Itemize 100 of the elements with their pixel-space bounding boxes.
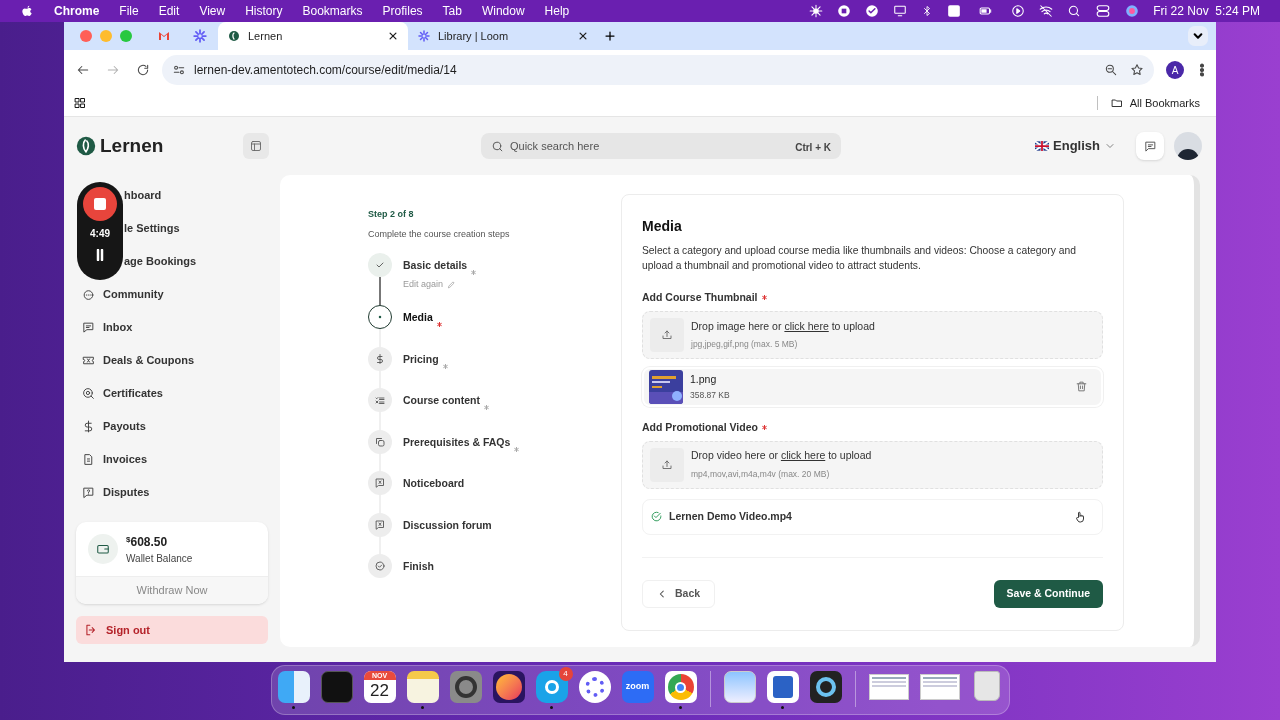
sidebar-item[interactable]: Community bbox=[76, 278, 268, 311]
upload-link[interactable]: click here bbox=[780, 449, 826, 462]
browser-tab[interactable]: Lernen bbox=[218, 22, 408, 50]
sidebar-item[interactable]: age Bookings bbox=[124, 253, 197, 270]
window-thumbnail[interactable] bbox=[919, 674, 960, 700]
more-icon bbox=[1200, 63, 1204, 77]
star-icon bbox=[1130, 63, 1144, 77]
file-type-hint: mp4,mov,avi,m4a,m4v (max. 20 MB) bbox=[691, 468, 831, 481]
step-title[interactable]: Prerequisites & FAQs bbox=[403, 434, 511, 451]
back-button[interactable]: Back bbox=[642, 580, 716, 608]
menu-item[interactable]: Window bbox=[481, 2, 525, 20]
calendar-day: 22 bbox=[370, 680, 389, 702]
envelope-icon bbox=[157, 30, 171, 42]
sidebar-item[interactable]: hboard bbox=[124, 187, 162, 204]
check-circle-icon bbox=[374, 560, 386, 572]
card-description: Select a category and upload course media like thumbnails and videos: Choose a category and upload a thumbnail and promotional video to attract students. bbox=[642, 244, 1077, 273]
file-name: 1.png bbox=[690, 371, 718, 387]
address-bar[interactable]: lernen-dev.amentotech.com/course/edit/media/14 bbox=[162, 55, 1154, 85]
search-icon bbox=[491, 140, 504, 153]
bookmarks-folder[interactable]: All Bookmarks bbox=[1109, 94, 1200, 112]
gear-icon bbox=[809, 4, 824, 18]
language-selector[interactable]: English bbox=[1035, 136, 1116, 156]
search-icon bbox=[1067, 4, 1082, 18]
menu-item[interactable]: Edit bbox=[158, 2, 180, 20]
chat-x-icon bbox=[374, 477, 386, 489]
url-text: lernen-dev.amentotech.com/course/edit/media/14 bbox=[194, 62, 458, 79]
apps-grid-icon bbox=[74, 97, 86, 109]
logo-text: Lernen bbox=[100, 133, 164, 158]
window-thumbnail[interactable] bbox=[868, 674, 909, 700]
sign-out-button[interactable]: Sign out bbox=[76, 616, 268, 644]
close-icon bbox=[578, 31, 588, 41]
gear-icon[interactable] bbox=[449, 671, 482, 703]
menu-item[interactable]: Bookmarks bbox=[302, 2, 363, 20]
step-title[interactable]: Noticeboard bbox=[403, 476, 465, 492]
step-title[interactable]: Finish bbox=[403, 559, 434, 575]
question-bubble-icon bbox=[82, 486, 95, 499]
skype-app-icon[interactable] bbox=[535, 671, 568, 703]
toggle-icon bbox=[1095, 4, 1112, 18]
leaf-logo-icon bbox=[76, 136, 96, 156]
menu-item[interactable]: Tab bbox=[442, 2, 462, 20]
menu-item[interactable]: History bbox=[245, 2, 283, 20]
chevron-down-icon bbox=[1188, 26, 1208, 46]
clock: Fri 22 Nov 5:24 PM bbox=[1153, 3, 1260, 20]
sidebar-item[interactable]: Payouts bbox=[76, 410, 268, 443]
stop-recording-button[interactable] bbox=[83, 187, 117, 221]
reload-icon bbox=[136, 63, 150, 77]
profile-avatar[interactable]: A bbox=[1166, 61, 1184, 79]
menu-item[interactable]: Profiles bbox=[382, 2, 423, 20]
messages-button[interactable] bbox=[1136, 132, 1164, 160]
user-avatar[interactable] bbox=[1174, 132, 1202, 160]
plus-icon bbox=[604, 30, 616, 42]
step-counter: Step 2 of 8 bbox=[368, 208, 415, 221]
zoom-app-icon[interactable]: zoom bbox=[621, 671, 654, 703]
ticket-icon bbox=[82, 354, 95, 367]
trash-can-icon[interactable] bbox=[973, 671, 1000, 701]
photo-viewer-icon[interactable] bbox=[723, 671, 756, 703]
dropzone-text: Drop video here or click here to upload bbox=[691, 448, 872, 464]
chrome-icon[interactable] bbox=[664, 671, 697, 703]
folder-icon bbox=[1109, 97, 1124, 109]
sidebar-item[interactable]: Deals & Coupons bbox=[76, 344, 268, 377]
chat-icon bbox=[1143, 139, 1157, 153]
document-icon bbox=[82, 453, 95, 466]
chevron-left-icon bbox=[657, 589, 667, 599]
step-title[interactable]: Basic details bbox=[403, 258, 468, 274]
upload-dropzone[interactable]: Drop video here or click here to upload mp4,mov,avi,m4a,m4v (max. 20 MB) bbox=[642, 440, 1103, 489]
collapse-sidebar-button[interactable] bbox=[243, 133, 269, 159]
menu-item[interactable]: File bbox=[119, 2, 139, 20]
notepad-icon[interactable] bbox=[406, 671, 439, 703]
terminal-icon[interactable] bbox=[320, 671, 353, 703]
tab-title: Library | Loom bbox=[438, 28, 510, 44]
step-title[interactable]: Media bbox=[403, 310, 433, 326]
upload-dropzone[interactable]: Drop image here or click here to upload jpg,jpeg,gif,png (max. 5 MB) bbox=[642, 310, 1103, 359]
sidebar-item[interactable]: Invoices bbox=[76, 443, 268, 476]
sidebar-item[interactable]: Inbox bbox=[76, 311, 268, 344]
sidebar-item[interactable]: Certificates bbox=[76, 377, 268, 410]
zoom-icon bbox=[1104, 63, 1118, 77]
speech-bubble-icon bbox=[82, 288, 95, 301]
sidebar-item[interactable]: le Settings bbox=[124, 220, 180, 237]
save-continue-button[interactable]: Save & Continue bbox=[993, 580, 1103, 608]
sidebar-item[interactable]: Disputes bbox=[76, 476, 268, 509]
dollar-icon bbox=[374, 352, 386, 365]
upload-link[interactable]: click here bbox=[784, 319, 829, 332]
menu-item[interactable]: View bbox=[199, 2, 226, 20]
app-menu[interactable]: Chrome bbox=[54, 2, 100, 20]
play-icon bbox=[1011, 4, 1026, 18]
display-icon bbox=[893, 4, 908, 18]
dollar-icon bbox=[82, 420, 95, 433]
browser-tab[interactable]: Library | Loom bbox=[408, 22, 598, 50]
dropzone-text: Drop image here or click here to upload bbox=[691, 318, 875, 334]
wallet-icon bbox=[96, 542, 110, 556]
wifi-off-icon bbox=[1039, 4, 1054, 18]
step-title[interactable]: Discussion forum bbox=[403, 517, 492, 534]
step-title[interactable]: Course content bbox=[403, 393, 480, 409]
chat-x-icon bbox=[374, 518, 386, 531]
upload-icon bbox=[661, 458, 673, 471]
tune-icon bbox=[172, 63, 186, 77]
stop-icon bbox=[837, 4, 852, 18]
copy-icon bbox=[374, 435, 386, 448]
menu-item[interactable]: Help bbox=[544, 2, 570, 20]
step-title[interactable]: Pricing bbox=[403, 351, 439, 368]
